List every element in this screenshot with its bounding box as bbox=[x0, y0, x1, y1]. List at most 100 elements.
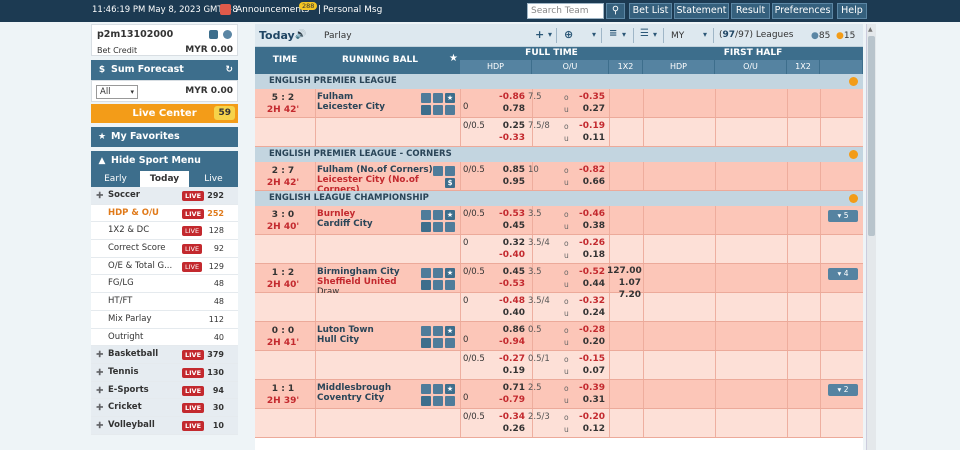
sum-forecast-header[interactable]: $ Sum Forecast ↻ bbox=[91, 60, 238, 80]
under-odds[interactable]: 0.18 bbox=[571, 250, 605, 260]
home-odds[interactable]: -0.53 bbox=[491, 209, 525, 219]
away-odds[interactable]: -0.33 bbox=[491, 133, 525, 143]
bet-list-button[interactable]: Bet List bbox=[629, 3, 672, 19]
over-odds[interactable]: -0.46 bbox=[571, 209, 605, 219]
expand-icon[interactable]: ➕ bbox=[96, 187, 103, 204]
info-icon[interactable] bbox=[421, 93, 431, 103]
sport-item-correct-score[interactable]: Correct Score LIVE 92 bbox=[91, 240, 238, 258]
chart-icon[interactable] bbox=[445, 105, 455, 115]
home-odds[interactable]: -0.86 bbox=[491, 92, 525, 102]
x12-home[interactable]: 127.00 bbox=[607, 266, 642, 276]
home-odds[interactable]: 0.45 bbox=[491, 267, 525, 277]
home-odds[interactable]: -0.27 bbox=[491, 354, 525, 364]
x12-draw[interactable]: 7.20 bbox=[607, 290, 641, 300]
home-odds[interactable]: 0.25 bbox=[491, 121, 525, 131]
sport-item-fg-lg[interactable]: FG/LG 48 bbox=[91, 275, 238, 294]
result-button[interactable]: Result bbox=[731, 3, 770, 19]
sport-item-ht-ft[interactable]: HT/FT 48 bbox=[91, 293, 238, 311]
away-odds[interactable]: 0.95 bbox=[491, 177, 525, 187]
chart-icon[interactable] bbox=[445, 338, 455, 348]
away-odds[interactable]: -0.79 bbox=[491, 395, 525, 405]
chart-icon[interactable] bbox=[445, 222, 455, 232]
more-markets-button[interactable]: ▾ 4 bbox=[828, 268, 858, 280]
away-odds[interactable]: 0.19 bbox=[491, 366, 525, 376]
home-team[interactable]: Fulham bbox=[317, 92, 353, 102]
preferences-button[interactable]: Preferences bbox=[772, 3, 833, 19]
stats-icon[interactable] bbox=[433, 93, 443, 103]
my-favorites-header[interactable]: ★ My Favorites bbox=[91, 127, 238, 147]
home-odds[interactable]: -0.34 bbox=[491, 412, 525, 422]
under-odds[interactable]: 0.31 bbox=[571, 395, 605, 405]
favorite-star-icon[interactable]: ★ bbox=[445, 93, 455, 103]
more-markets-button[interactable]: ▾ 2 bbox=[828, 384, 858, 396]
hide-sport-menu-header[interactable]: ▲ Hide Sport Menu bbox=[91, 151, 238, 171]
help-button[interactable]: Help bbox=[837, 3, 867, 19]
away-team[interactable]: Leicester City bbox=[317, 102, 385, 112]
search-button[interactable]: ⚲ bbox=[606, 3, 625, 19]
scoreboard-icon[interactable] bbox=[433, 396, 443, 406]
scrollbar[interactable]: ▲ bbox=[866, 24, 876, 450]
over-odds[interactable]: -0.39 bbox=[571, 383, 605, 393]
away-odds[interactable]: -0.94 bbox=[491, 337, 525, 347]
over-odds[interactable]: -0.19 bbox=[571, 121, 605, 131]
chevron-down-icon[interactable]: ▾ bbox=[622, 30, 626, 39]
info-icon[interactable] bbox=[421, 326, 431, 336]
sport-item-soccer[interactable]: ➕ Soccer LIVE 292 bbox=[91, 187, 238, 205]
add-icon[interactable]: + bbox=[535, 28, 544, 41]
over-odds[interactable]: -0.35 bbox=[571, 92, 605, 102]
under-odds[interactable]: 0.66 bbox=[571, 177, 605, 187]
announcement-icon[interactable] bbox=[220, 4, 231, 15]
over-odds[interactable]: -0.26 bbox=[571, 238, 605, 248]
away-odds[interactable]: -0.40 bbox=[491, 250, 525, 260]
view-list-icon[interactable]: ☰ bbox=[640, 28, 649, 39]
info-icon[interactable] bbox=[445, 166, 455, 176]
count-b[interactable]: ●15 bbox=[836, 31, 855, 41]
info-icon[interactable] bbox=[421, 384, 431, 394]
stats-icon[interactable] bbox=[433, 166, 443, 176]
under-odds[interactable]: 0.27 bbox=[571, 104, 605, 114]
personal-msg-link[interactable]: Personal Msg bbox=[323, 5, 382, 15]
league-collapse-icon[interactable] bbox=[849, 194, 858, 203]
stats-icon[interactable] bbox=[433, 326, 443, 336]
home-team[interactable]: Birmingham City bbox=[317, 267, 400, 277]
under-odds[interactable]: 0.12 bbox=[571, 424, 605, 434]
tab-early[interactable]: Early bbox=[91, 171, 140, 187]
away-odds[interactable]: 0.40 bbox=[491, 308, 525, 318]
chart-icon[interactable] bbox=[445, 396, 455, 406]
sport-item-o-e-total-g[interactable]: O/E & Total G... LIVE 129 bbox=[91, 258, 238, 276]
favorite-star-icon[interactable]: ★ bbox=[445, 384, 455, 394]
away-odds[interactable]: 0.26 bbox=[491, 424, 525, 434]
scroll-up-icon[interactable]: ▲ bbox=[868, 26, 873, 33]
scoreboard-icon[interactable] bbox=[433, 105, 443, 115]
sport-item-hdp-o-u[interactable]: HDP & O/U LIVE 252 bbox=[91, 205, 238, 223]
league-header[interactable]: ENGLISH LEAGUE CHAMPIONSHIP bbox=[255, 191, 863, 206]
scroll-thumb[interactable] bbox=[868, 36, 875, 236]
stats-icon[interactable] bbox=[433, 210, 443, 220]
away-team[interactable]: Coventry City bbox=[317, 393, 384, 403]
home-odds[interactable]: -0.48 bbox=[491, 296, 525, 306]
dollar-icon[interactable]: $ bbox=[445, 178, 455, 188]
home-odds[interactable]: 0.86 bbox=[491, 325, 525, 335]
stats-icon[interactable] bbox=[433, 384, 443, 394]
home-odds[interactable]: 0.85 bbox=[491, 165, 525, 175]
home-team[interactable]: Fulham (No.of Corners) bbox=[317, 165, 433, 175]
over-odds[interactable]: -0.32 bbox=[571, 296, 605, 306]
star-icon[interactable]: ★ bbox=[449, 53, 458, 64]
x12-away[interactable]: 1.07 bbox=[607, 278, 641, 288]
sport-item-cricket[interactable]: ➕ Cricket LIVE 30 bbox=[91, 399, 238, 417]
away-odds[interactable]: -0.53 bbox=[491, 279, 525, 289]
away-team[interactable]: Cardiff City bbox=[317, 219, 373, 229]
under-odds[interactable]: 0.07 bbox=[571, 366, 605, 376]
dollar-icon[interactable] bbox=[421, 105, 431, 115]
away-odds[interactable]: 0.78 bbox=[491, 104, 525, 114]
under-odds[interactable]: 0.20 bbox=[571, 337, 605, 347]
over-odds[interactable]: -0.28 bbox=[571, 325, 605, 335]
favorite-star-icon[interactable]: ★ bbox=[445, 268, 455, 278]
favorite-star-icon[interactable]: ★ bbox=[445, 326, 455, 336]
dollar-icon[interactable] bbox=[421, 222, 431, 232]
home-odds[interactable]: 0.32 bbox=[491, 238, 525, 248]
over-odds[interactable]: -0.15 bbox=[571, 354, 605, 364]
expand-icon[interactable]: ➕ bbox=[96, 382, 103, 399]
speaker-icon[interactable]: 🔊 bbox=[295, 30, 306, 40]
sport-item-tennis[interactable]: ➕ Tennis LIVE 130 bbox=[91, 363, 238, 382]
